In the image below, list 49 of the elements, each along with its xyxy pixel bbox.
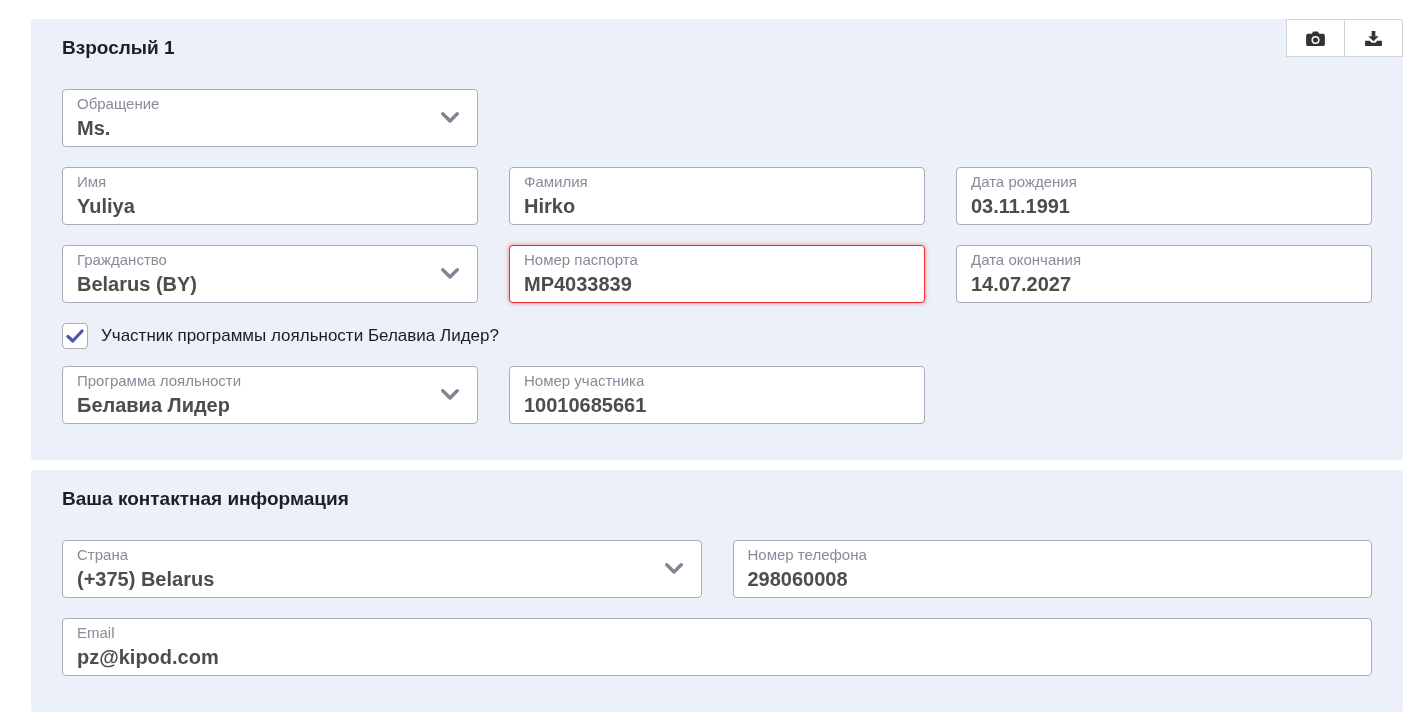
checkmark-icon: [66, 329, 84, 343]
field-value: 03.11.1991: [971, 194, 1070, 219]
field-label: Номер участника: [524, 372, 645, 390]
field-label: Обращение: [77, 95, 160, 113]
field-value: pz@kipod.com: [77, 645, 219, 670]
camera-button[interactable]: [1286, 19, 1345, 57]
text-field[interactable]: Email pz@kipod.com: [62, 618, 1372, 676]
field-value: 298060008: [747, 567, 848, 592]
text-field[interactable]: Дата рождения 03.11.1991: [956, 167, 1372, 225]
field-value: Yuliya: [77, 194, 135, 219]
field-label: Номер паспорта: [524, 251, 638, 269]
text-field[interactable]: Номер паспорта MP4033839: [509, 245, 925, 303]
field-value: Ms.: [77, 116, 111, 141]
text-field[interactable]: Дата окончания 14.07.2027: [956, 245, 1372, 303]
field-label: Программа лояльности: [77, 372, 242, 390]
text-field[interactable]: Имя Yuliya: [62, 167, 478, 225]
chevron-down-icon: [441, 268, 459, 279]
text-field[interactable]: Номер участника 10010685661: [509, 366, 925, 424]
text-field[interactable]: Номер телефона 298060008: [732, 540, 1372, 598]
dropdown-field[interactable]: Гражданство Belarus (BY): [62, 245, 478, 303]
camera-icon: [1306, 30, 1325, 46]
dropdown-field[interactable]: Страна (+375) Belarus: [62, 540, 702, 598]
dropdown-field[interactable]: Обращение Ms.: [62, 89, 478, 147]
field-value: Белавиа Лидер: [77, 393, 230, 418]
section-title: Ваша контактная информация: [62, 487, 349, 511]
field-value: MP4033839: [524, 272, 632, 297]
field-label: Гражданство: [77, 251, 167, 269]
field-value: 10010685661: [524, 393, 647, 418]
checkbox[interactable]: [62, 323, 88, 349]
chevron-down-icon: [441, 389, 459, 400]
field-label: Дата рождения: [971, 173, 1077, 191]
field-label: Фамилия: [524, 173, 588, 191]
field-value: Belarus (BY): [77, 272, 198, 297]
checkbox-label: Участник программы лояльности Белавиа Лидер?: [101, 325, 499, 348]
field-label: Дата окончания: [971, 251, 1082, 269]
download-button[interactable]: [1345, 19, 1403, 57]
chevron-down-icon: [664, 563, 683, 574]
field-label: Страна: [77, 546, 128, 564]
field-label: Имя: [77, 173, 107, 191]
field-value: Hirko: [524, 194, 576, 219]
field-value: 14.07.2027: [971, 272, 1072, 297]
section-title: Взрослый 1: [62, 36, 175, 60]
text-field[interactable]: Фамилия Hirko: [509, 167, 925, 225]
download-icon: [1365, 30, 1382, 46]
chevron-down-icon: [441, 112, 459, 123]
field-value: (+375) Belarus: [77, 567, 215, 592]
field-label: Email: [77, 624, 115, 642]
dropdown-field[interactable]: Программа лояльности Белавиа Лидер: [62, 366, 478, 424]
field-label: Номер телефона: [747, 546, 867, 564]
